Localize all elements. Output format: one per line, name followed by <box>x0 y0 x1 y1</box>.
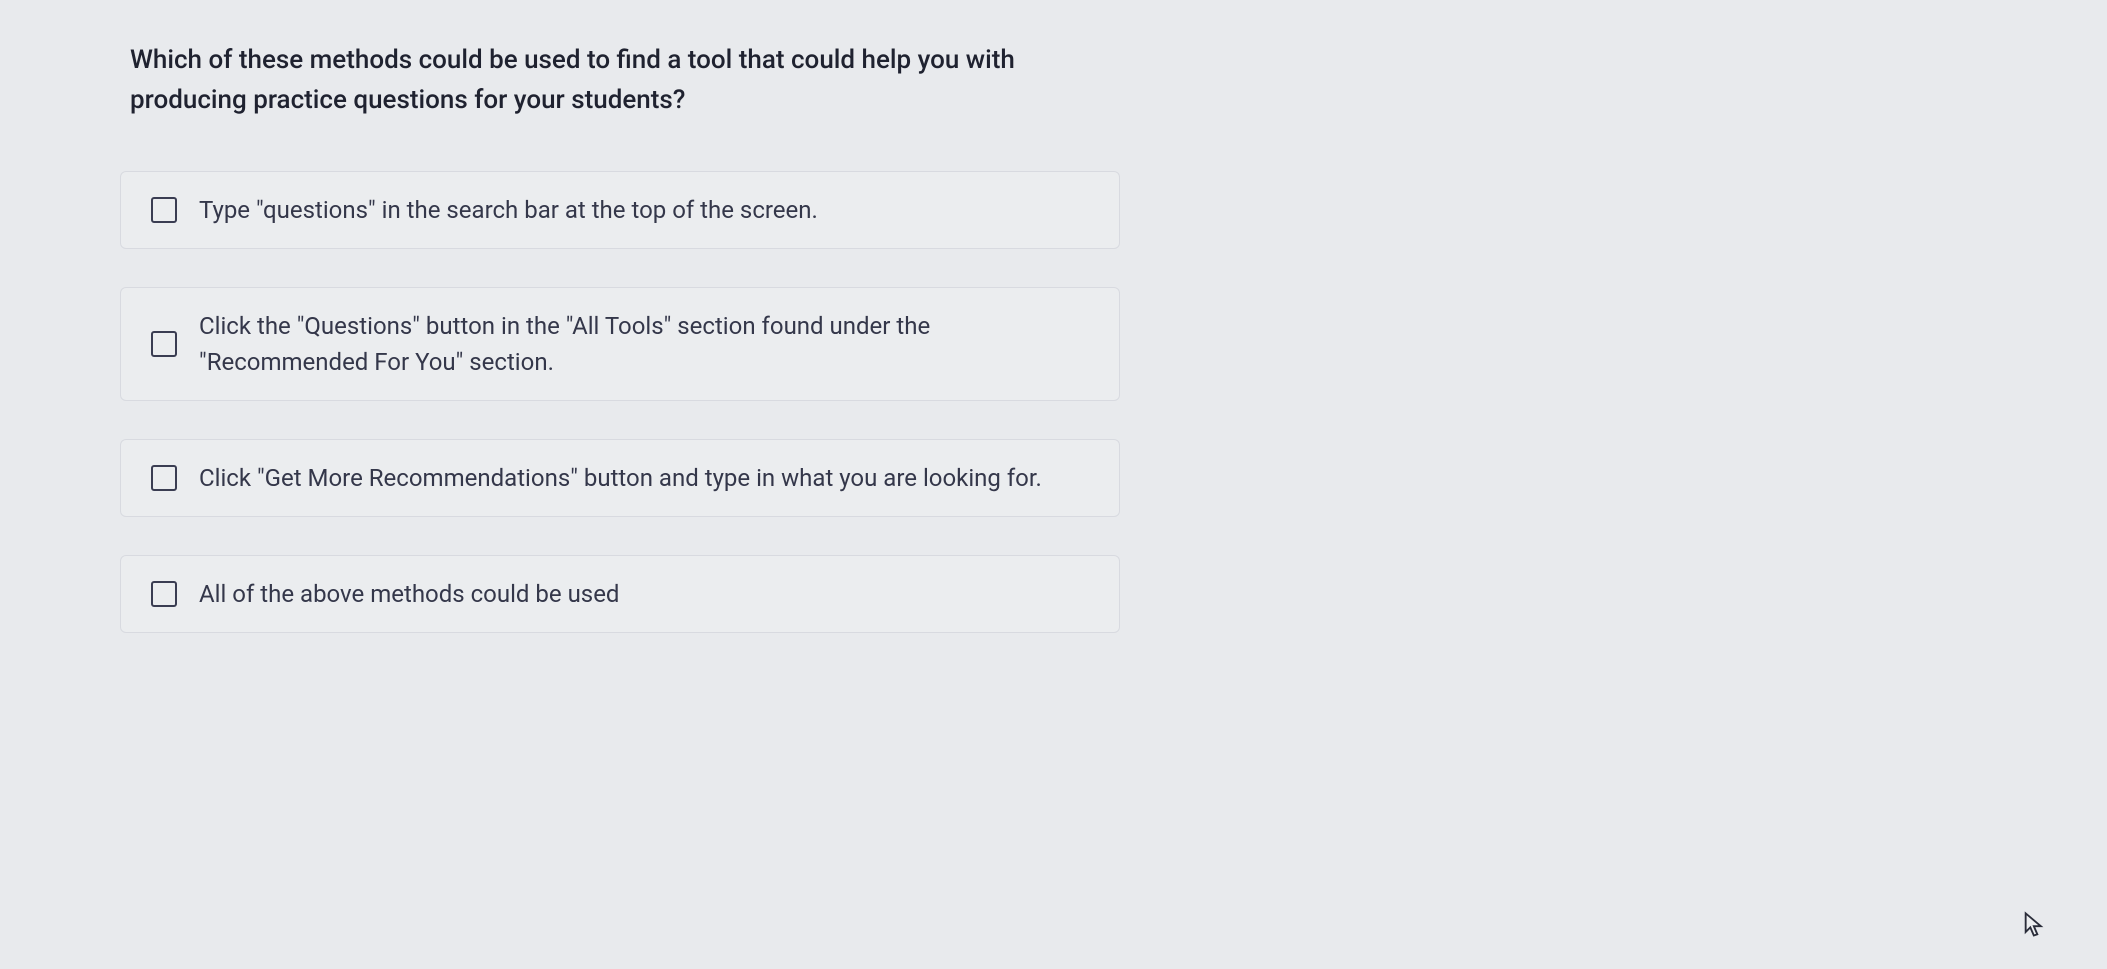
option-label: Click the "Questions" button in the "All… <box>199 308 1089 380</box>
checkbox[interactable] <box>151 465 177 491</box>
question-container: Which of these methods could be used to … <box>120 40 1120 633</box>
option-label: All of the above methods could be used <box>199 576 619 612</box>
checkbox[interactable] <box>151 197 177 223</box>
checkbox[interactable] <box>151 581 177 607</box>
answer-option[interactable]: All of the above methods could be used <box>120 555 1120 633</box>
answer-option[interactable]: Click the "Questions" button in the "All… <box>120 287 1120 401</box>
option-label: Click "Get More Recommendations" button … <box>199 460 1042 496</box>
checkbox[interactable] <box>151 331 177 357</box>
answer-option[interactable]: Click "Get More Recommendations" button … <box>120 439 1120 517</box>
answer-option[interactable]: Type "questions" in the search bar at th… <box>120 171 1120 249</box>
question-prompt: Which of these methods could be used to … <box>120 40 1120 121</box>
cursor-icon <box>2023 911 2047 939</box>
option-label: Type "questions" in the search bar at th… <box>199 192 818 228</box>
